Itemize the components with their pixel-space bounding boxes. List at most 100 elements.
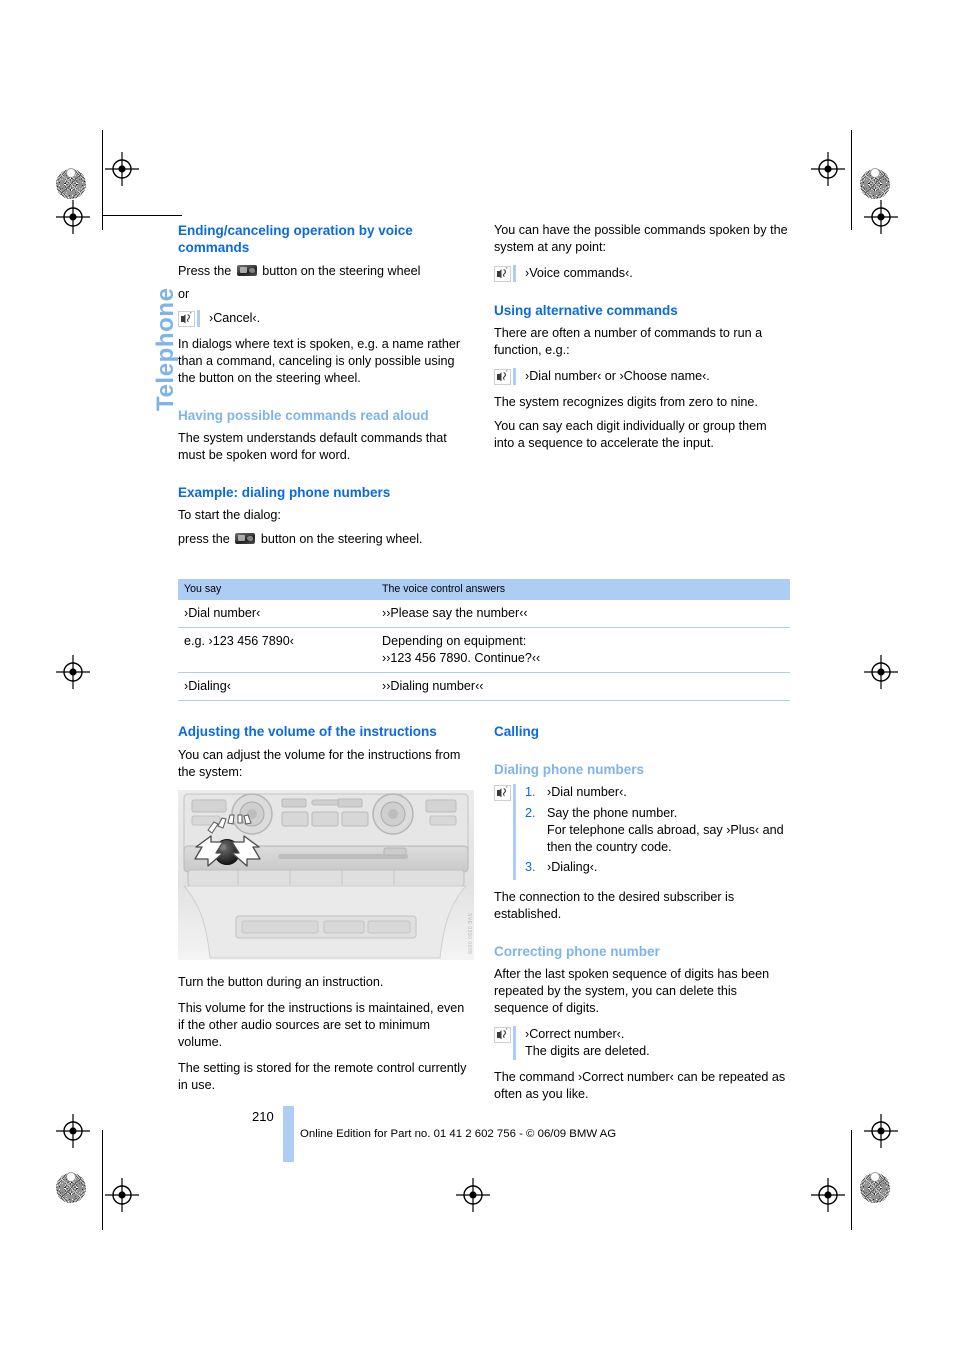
voice-command-icon [494, 784, 511, 801]
table-cell-you-say: ›Dial number‹ [178, 599, 376, 629]
voice-command-dialing-steps: 1. ›Dial number‹. 2. Say the phone numbe… [494, 783, 790, 881]
paragraph-often-number-commands: There are often a number of commands to … [494, 326, 763, 357]
voice-command-correct-result: The digits are deleted. [525, 1043, 650, 1058]
table-cell-answer: Depending on equipment: ››123 456 7890. … [376, 627, 790, 674]
registration-mark-tr [811, 152, 845, 186]
paragraph-system-understands: The system understands default commands … [178, 431, 447, 463]
voice-command-voice-text: ›Voice commands‹. [525, 265, 633, 280]
voice-command-rule [513, 1025, 516, 1060]
registration-mark-right-mid [864, 655, 898, 689]
table-header-row: You say The voice control answers [178, 578, 790, 600]
voice-command-rule [513, 264, 516, 282]
voice-command-correct-body: ›Correct number‹. The digits are deleted… [525, 1026, 790, 1060]
press-the-text-2-post: button on the steering wheel. [260, 532, 423, 547]
list-item: 1. ›Dial number‹. [525, 784, 790, 801]
table-cell-answer: ››Dialing number‹‹ [376, 672, 790, 702]
voice-command-dial-choose-text: ›Dial number‹ or ›Choose name‹. [525, 368, 710, 383]
step-number: 1. [525, 784, 536, 799]
registration-mark-left-upper [56, 200, 90, 234]
step-text: Say the phone number. For telephone call… [547, 805, 784, 854]
heading-dialing-phone-numbers: Dialing phone numbers [494, 761, 645, 777]
paragraph-after-last-spoken: After the last spoken sequence of digits… [494, 967, 770, 1016]
list-item: 3. ›Dialing‹. [525, 859, 790, 876]
rosette-mark-top-right [860, 158, 890, 199]
table-row: ›Dial number‹ ››Please say the number‹‹ [178, 599, 790, 629]
step-number: 3. [525, 860, 536, 875]
step-text: ›Dial number‹. [547, 784, 627, 799]
press-the-text-2: press the [178, 532, 230, 547]
center-console-photo: SVE 0390 0005 [178, 790, 474, 961]
left-column-upper: Ending/canceling operation by voice comm… [178, 222, 474, 557]
heading-using-alternative-commands: Using alternative commands [494, 302, 678, 318]
two-column-layout: Ending/canceling operation by voice comm… [178, 222, 790, 557]
heading-adjusting-volume: Adjusting the volume of the instructions [178, 724, 437, 740]
voice-command-icon [494, 265, 511, 282]
table-cell-you-say: e.g. ›123 456 7890‹ [178, 627, 376, 674]
table-cell-answer: ››Please say the number‹‹ [376, 599, 790, 629]
paragraph-commands-spoken: You can have the possible commands spoke… [494, 223, 788, 254]
left-column-lower: Adjusting the volume of the instructions… [178, 723, 474, 1111]
press-the-text-post: button on the steering wheel [262, 263, 421, 278]
paragraph-recognizes-digits: The system recognizes digits from zero t… [494, 394, 758, 409]
footer-edition-text: Online Edition for Part no. 01 41 2 602 … [300, 1128, 617, 1140]
registration-mark-tl [105, 152, 139, 186]
step-text: ›Dialing‹. [547, 860, 598, 875]
paragraph-each-digit: You can say each digit individually or g… [494, 418, 767, 450]
voice-command-icon [494, 368, 511, 385]
paragraph-adjust-volume: You can adjust the volume for the instru… [178, 747, 461, 779]
voice-command-rule [513, 367, 516, 385]
voice-command-rule [513, 783, 516, 881]
page-footer [0, 1105, 954, 1175]
paragraph-volume-maintained: This volume for the instructions is main… [178, 1001, 465, 1050]
heading-having-commands-read-aloud: Having possible commands read aloud [178, 407, 429, 423]
page-content: Ending/canceling operation by voice comm… [178, 222, 790, 1111]
table-row: e.g. ›123 456 7890‹ Depending on equipme… [178, 627, 790, 674]
voice-command-dial-or-choose: ›Dial number‹ or ›Choose name‹. [494, 367, 790, 385]
paragraph-to-start-dialog: To start the dialog: [178, 508, 281, 523]
paragraph-connection-established: The connection to the desired subscriber… [494, 890, 735, 922]
registration-mark-bl [105, 1178, 139, 1212]
paragraph-setting-stored: The setting is stored for the remote con… [178, 1060, 467, 1092]
heading-calling: Calling [494, 724, 540, 740]
table-cell-you-say: ›Dialing‹ [178, 672, 376, 702]
voice-command-cancel-text: ›Cancel‹. [209, 311, 261, 326]
voice-command-voice-commands: ›Voice commands‹. [494, 264, 790, 282]
paragraph-or: or [178, 287, 190, 302]
page-number-bar [283, 1106, 294, 1162]
voice-command-icon [494, 1026, 511, 1043]
heading-correcting-phone-number: Correcting phone number [494, 944, 660, 960]
manual-page: Telephone Ending/canceling operation by … [0, 0, 954, 1350]
heading-example-dialing: Example: dialing phone numbers [178, 484, 391, 500]
dialing-steps-list: 1. ›Dial number‹. 2. Say the phone numbe… [525, 784, 790, 880]
table-header-voice-control-answers: The voice control answers [376, 578, 790, 600]
voice-command-cancel: ›Cancel‹. [178, 310, 474, 328]
paragraph-press-button-2: press the button on the steering wheel. [178, 531, 474, 548]
voice-command-rule [197, 310, 200, 328]
two-column-layout-lower: Adjusting the volume of the instructions… [178, 723, 790, 1111]
rosette-mark-top-left [56, 158, 86, 199]
press-the-text: Press the [178, 263, 232, 278]
registration-mark-br [811, 1178, 845, 1212]
paragraph-dialogs: In dialogs where text is spoken, e.g. a … [178, 337, 461, 386]
right-column-lower: Calling Dialing phone numbers 1. ›Dial n… [494, 723, 790, 1111]
registration-mark-left-mid [56, 655, 90, 689]
steering-wheel-button-icon [236, 264, 257, 276]
photo-id-label: SVE 0390 0005 [466, 912, 472, 955]
voice-command-correct-text: ›Correct number‹. [525, 1026, 625, 1041]
list-item: 2. Say the phone number. For telephone c… [525, 805, 790, 856]
right-column-upper: You can have the possible commands spoke… [494, 222, 790, 557]
heading-ending-canceling: Ending/canceling operation by voice comm… [178, 223, 413, 256]
paragraph-press-button: Press the button on the steering wheel [178, 263, 474, 280]
paragraph-turn-button: Turn the button during an instruction. [178, 975, 384, 990]
registration-mark-right-upper [864, 200, 898, 234]
table-row: ›Dialing‹ ››Dialing number‹‹ [178, 672, 790, 702]
step-number: 2. [525, 805, 536, 820]
chapter-tab-label: Telephone [152, 287, 179, 411]
voice-command-icon [178, 311, 195, 328]
registration-mark-bottom-center [456, 1178, 490, 1212]
paragraph-command-repeated: The command ›Correct number‹ can be repe… [494, 1069, 786, 1101]
voice-command-correct-number: ›Correct number‹. The digits are deleted… [494, 1025, 790, 1060]
crop-line-right-top [851, 130, 852, 230]
chapter-tab: Telephone [118, 215, 179, 415]
steering-wheel-button-icon-2 [235, 533, 256, 545]
